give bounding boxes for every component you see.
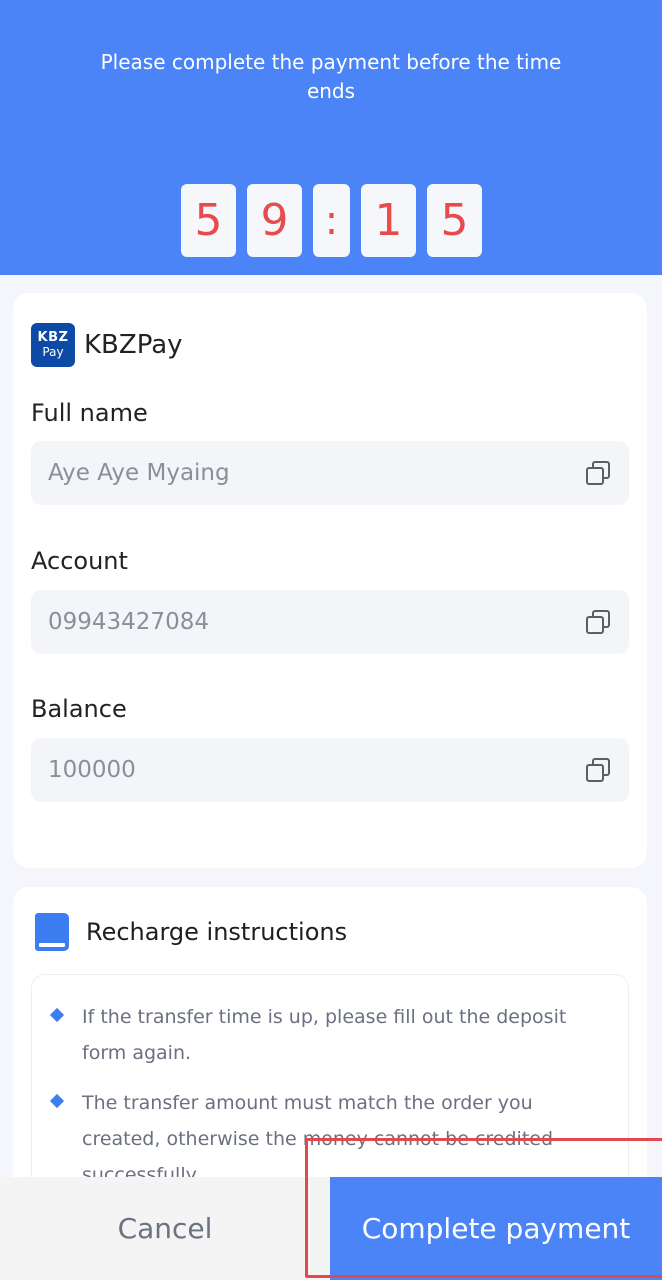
account-field: 09943427084: [31, 590, 629, 654]
instructions-header: Recharge instructions: [35, 913, 347, 951]
diamond-bullet-icon: [49, 1093, 65, 1109]
timer-digit: 5: [427, 184, 482, 257]
payment-deadline-notice: Please complete the payment before the t…: [100, 50, 562, 103]
diamond-bullet-icon: [49, 1007, 65, 1023]
bank-header: KBZ Pay KBZPay: [31, 323, 183, 367]
timer-digit: 5: [181, 184, 236, 257]
timer-digit: 1: [361, 184, 416, 257]
timer-digit: 9: [247, 184, 302, 257]
complete-payment-button[interactable]: Complete payment: [330, 1177, 662, 1280]
full-name-value: Aye Aye Myaing: [48, 460, 230, 486]
timer-separator: :: [313, 184, 350, 257]
header: Please complete the payment before the t…: [0, 0, 662, 275]
account-value: 09943427084: [48, 609, 209, 635]
list-item: If the transfer time is up, please fill …: [49, 999, 608, 1071]
account-label: Account: [31, 547, 128, 575]
cancel-button[interactable]: Cancel: [0, 1177, 330, 1280]
copy-icon[interactable]: [584, 459, 612, 487]
payment-details-card: KBZ Pay KBZPay Full name Aye Aye Myaing …: [13, 293, 647, 868]
bottom-action-bar: Cancel Complete payment: [0, 1177, 662, 1280]
full-name-label: Full name: [31, 399, 148, 427]
copy-icon[interactable]: [584, 756, 612, 784]
full-name-field: Aye Aye Myaing: [31, 441, 629, 505]
kbzpay-logo: KBZ Pay: [31, 323, 75, 367]
copy-icon[interactable]: [584, 608, 612, 636]
balance-label: Balance: [31, 695, 127, 723]
instructions-title: Recharge instructions: [86, 918, 348, 946]
balance-value: 100000: [48, 757, 136, 783]
countdown-timer: 5 9 : 1 5: [181, 184, 482, 257]
balance-field: 100000: [31, 738, 629, 802]
book-icon: [35, 913, 69, 951]
bank-name: KBZPay: [84, 330, 183, 360]
